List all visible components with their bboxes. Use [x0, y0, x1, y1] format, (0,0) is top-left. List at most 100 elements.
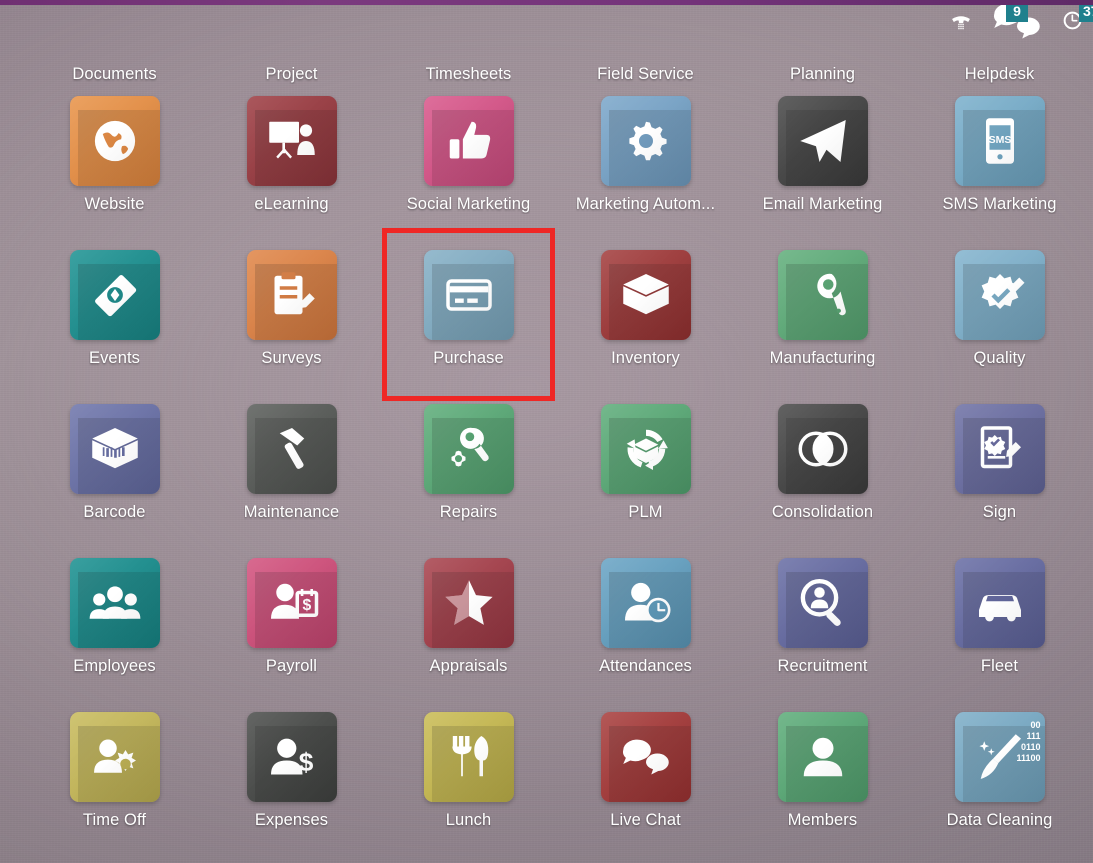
app-tile-website[interactable]: Website — [26, 84, 203, 238]
app-tile-documents[interactable]: Documents — [26, 0, 203, 84]
app-label: Time Off — [82, 811, 147, 829]
quality-badge-icon — [954, 250, 1045, 340]
person-clock-icon — [600, 558, 691, 648]
cycle-box-icon — [600, 404, 691, 494]
app-label: Sign — [982, 503, 1017, 521]
app-label: Events — [88, 349, 141, 367]
wrench-icon — [777, 250, 868, 340]
sms-phone-icon: SMS — [954, 96, 1045, 186]
app-tile-barcode[interactable]: Barcode — [26, 392, 203, 546]
activities-icon[interactable]: 37 — [1062, 1, 1093, 38]
app-label: Social Marketing — [406, 195, 531, 213]
app-tile-attendances[interactable]: Attendances — [557, 546, 734, 700]
app-tile-maintenance[interactable]: Maintenance — [203, 392, 380, 546]
app-tile-appraisals[interactable]: Appraisals — [380, 546, 557, 700]
app-tile-consolidation[interactable]: Consolidation — [734, 392, 911, 546]
app-label: Expenses — [254, 811, 329, 829]
app-tile-planning[interactable]: Planning — [734, 0, 911, 84]
messaging-icon[interactable]: 9 — [989, 1, 1045, 38]
app-tile-manufacturing[interactable]: Manufacturing — [734, 238, 911, 392]
app-label: Attendances — [599, 657, 692, 675]
app-tile-elearning[interactable]: eLearning — [203, 84, 380, 238]
wrench-gear-icon — [423, 404, 514, 494]
app-label: Fleet — [980, 657, 1019, 675]
app-tile-inventory[interactable]: Inventory — [557, 238, 734, 392]
app-label: Purchase — [433, 349, 504, 367]
binary-digits: 00 111 0110 11100 — [1016, 720, 1041, 763]
app-tile-time-off[interactable]: Time Off — [26, 700, 203, 854]
person-dollar-icon: $ — [246, 712, 337, 802]
app-tile-repairs[interactable]: Repairs — [380, 392, 557, 546]
app-tile-quality[interactable]: Quality — [911, 238, 1088, 392]
person-icon — [777, 712, 868, 802]
app-label: Manufacturing — [769, 349, 876, 367]
app-label: Members — [787, 811, 858, 829]
app-tile-live-chat[interactable]: Live Chat — [557, 700, 734, 854]
gear-icon — [600, 96, 691, 186]
app-tile-members[interactable]: Members — [734, 700, 911, 854]
app-label: Website — [84, 195, 145, 213]
app-tile-sign[interactable]: Sign — [911, 392, 1088, 546]
thumbs-up-icon — [423, 96, 514, 186]
app-label: Lunch — [445, 811, 492, 829]
app-label: Planning — [789, 65, 856, 83]
hammer-icon — [246, 404, 337, 494]
app-tile-sms-marketing[interactable]: SMS SMS Marketing — [911, 84, 1088, 238]
app-label: Documents — [72, 65, 157, 83]
app-tile-events[interactable]: Events — [26, 238, 203, 392]
app-tile-data-cleaning[interactable]: 00 111 0110 11100 Data Cleaning — [911, 700, 1088, 854]
app-label: Consolidation — [771, 503, 874, 521]
app-tile-marketing-autom[interactable]: Marketing Autom... — [557, 84, 734, 238]
app-tile-fleet[interactable]: Fleet — [911, 546, 1088, 700]
app-label: Timesheets — [425, 65, 512, 83]
app-tile-plm[interactable]: PLM — [557, 392, 734, 546]
app-tile-expenses[interactable]: $ Expenses — [203, 700, 380, 854]
app-label: Quality — [973, 349, 1026, 367]
app-tile-recruitment[interactable]: Recruitment — [734, 546, 911, 700]
sign-document-icon — [954, 404, 1045, 494]
clipboard-pencil-icon — [246, 250, 337, 340]
car-icon — [954, 558, 1045, 648]
app-tile-surveys[interactable]: Surveys — [203, 238, 380, 392]
open-box-icon — [600, 250, 691, 340]
star-half-icon — [423, 558, 514, 648]
app-tile-payroll[interactable]: $ Payroll — [203, 546, 380, 700]
voip-phone-icon[interactable] — [950, 8, 972, 38]
svg-text:$: $ — [298, 747, 313, 777]
app-label: Recruitment — [777, 657, 868, 675]
venn-circles-icon — [777, 404, 868, 494]
app-label: Surveys — [261, 349, 322, 367]
broom-binary-icon: 00 111 0110 11100 — [954, 712, 1045, 802]
people-group-icon — [69, 558, 160, 648]
app-tile-project[interactable]: Project — [203, 0, 380, 84]
app-label: Appraisals — [429, 657, 508, 675]
magnifier-person-icon — [777, 558, 868, 648]
app-label: Project — [265, 65, 318, 83]
app-label: Field Service — [597, 65, 694, 83]
app-label: eLearning — [254, 195, 329, 213]
app-label: Helpdesk — [964, 65, 1035, 83]
svg-text:$: $ — [302, 597, 311, 614]
app-tile-social-marketing[interactable]: Social Marketing — [380, 84, 557, 238]
app-label: Email Marketing — [762, 195, 883, 213]
app-tile-lunch[interactable]: Lunch — [380, 700, 557, 854]
app-label: Barcode — [83, 503, 146, 521]
app-tile-timesheets[interactable]: Timesheets — [380, 0, 557, 84]
svg-text:SMS: SMS — [988, 134, 1011, 146]
app-tile-purchase-highlighted[interactable]: Purchase — [380, 228, 557, 401]
app-label: Employees — [73, 657, 156, 675]
top-accent-strip — [0, 0, 1093, 5]
systray: 9 37 — [950, 1, 1093, 38]
paper-plane-icon — [777, 96, 868, 186]
app-tile-employees[interactable]: Employees — [26, 546, 203, 700]
presentation-icon — [246, 96, 337, 186]
person-sun-icon — [69, 712, 160, 802]
apps-grid: Documents Project Timesheets Field Service P… — [0, 0, 1093, 854]
app-label: Marketing Autom... — [575, 195, 716, 213]
app-label: Live Chat — [610, 811, 681, 829]
barcode-box-icon — [69, 404, 160, 494]
app-label: Inventory — [611, 349, 680, 367]
app-label: Data Cleaning — [946, 811, 1053, 829]
app-tile-email-marketing[interactable]: Email Marketing — [734, 84, 911, 238]
app-tile-field-service[interactable]: Field Service — [557, 0, 734, 84]
